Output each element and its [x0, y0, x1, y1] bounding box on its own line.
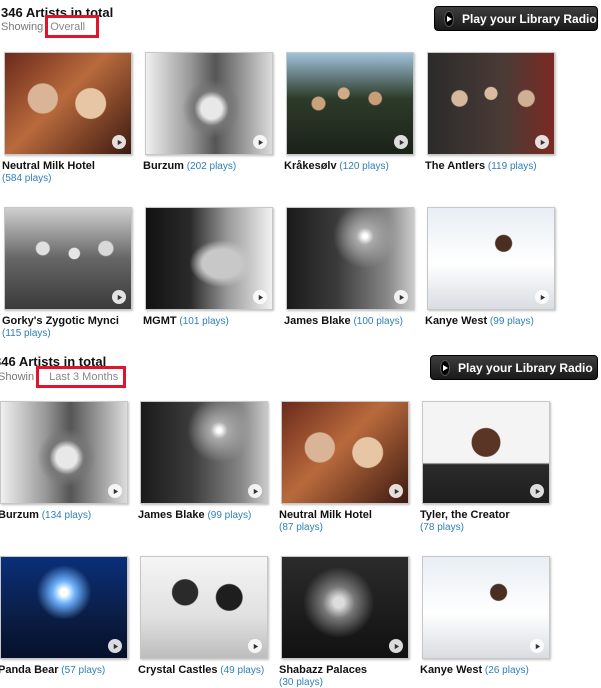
- library-radio-button[interactable]: Play your Library Radio: [430, 355, 598, 380]
- artist-thumbnail[interactable]: [145, 207, 273, 310]
- play-icon[interactable]: [530, 639, 544, 653]
- artist-name-link[interactable]: Neutral Milk Hotel: [2, 160, 95, 172]
- artist-label: The Antlers (119 plays): [425, 159, 537, 174]
- play-icon[interactable]: [248, 639, 262, 653]
- showing-label: Showing: [1, 21, 44, 33]
- play-icon[interactable]: [530, 484, 544, 498]
- artist-label: MGMT (101 plays): [143, 314, 229, 329]
- artist-name-link[interactable]: Burzum: [0, 509, 39, 521]
- library-radio-label: Play your Library Radio: [462, 11, 597, 26]
- artist-thumbnail[interactable]: [286, 207, 414, 310]
- artist-label: Burzum (202 plays): [143, 159, 236, 174]
- play-icon[interactable]: [112, 290, 126, 304]
- artist-thumbnail[interactable]: [145, 52, 273, 155]
- artist-thumbnail[interactable]: [427, 52, 555, 155]
- artist-name-link[interactable]: Gorky's Zygotic Mynci: [2, 315, 119, 327]
- artist-name-link[interactable]: Neutral Milk Hotel: [279, 509, 372, 521]
- artist-label: Crystal Castles (49 plays): [138, 663, 264, 678]
- artist-thumbnail[interactable]: [140, 401, 268, 504]
- artist-name-link[interactable]: Shabazz Palaces: [279, 664, 367, 676]
- artist-thumbnail[interactable]: [422, 556, 550, 659]
- artist-label: James Blake (99 plays): [138, 508, 251, 523]
- artist-label: Tyler, the Creator: [420, 508, 510, 522]
- artist-name-link[interactable]: Burzum: [143, 160, 184, 172]
- artist-thumbnail[interactable]: [281, 556, 409, 659]
- artist-name-link[interactable]: Kråkesølv: [284, 160, 337, 172]
- play-count[interactable]: (78 plays): [420, 522, 464, 533]
- play-icon[interactable]: [108, 484, 122, 498]
- artist-thumbnail[interactable]: [4, 52, 132, 155]
- artist-name-link[interactable]: Tyler, the Creator: [420, 509, 510, 521]
- play-icon[interactable]: [389, 484, 403, 498]
- library-radio-label: Play your Library Radio: [458, 360, 593, 375]
- play-icon[interactable]: [394, 135, 408, 149]
- artist-label: Kanye West (26 plays): [420, 663, 529, 678]
- period-highlight-box: [36, 366, 126, 388]
- artist-label: Panda Bear (57 plays): [0, 663, 105, 678]
- play-count[interactable]: (202 plays): [184, 161, 236, 172]
- artist-label: Neutral Milk Hotel: [2, 159, 95, 173]
- play-icon[interactable]: [108, 639, 122, 653]
- artist-name-link[interactable]: Kanye West: [425, 315, 487, 327]
- play-icon[interactable]: [535, 135, 549, 149]
- artist-thumbnail[interactable]: [427, 207, 555, 310]
- play-icon[interactable]: [389, 639, 403, 653]
- play-icon[interactable]: [253, 290, 267, 304]
- library-radio-button[interactable]: Play your Library Radio: [434, 6, 598, 31]
- artist-thumbnail[interactable]: [281, 401, 409, 504]
- play-icon[interactable]: [253, 135, 267, 149]
- artist-thumbnail[interactable]: [0, 401, 128, 504]
- play-count[interactable]: (100 plays): [351, 316, 402, 327]
- play-count[interactable]: (101 plays): [177, 316, 228, 327]
- play-count[interactable]: (584 plays): [2, 173, 51, 184]
- artist-thumbnail[interactable]: [140, 556, 268, 659]
- artist-thumbnail[interactable]: [4, 207, 132, 310]
- play-count[interactable]: (134 plays): [39, 510, 91, 521]
- artist-label: James Blake (100 plays): [284, 314, 403, 329]
- play-count[interactable]: (115 plays): [2, 328, 51, 339]
- play-count[interactable]: (120 plays): [337, 161, 388, 172]
- play-icon[interactable]: [248, 484, 262, 498]
- artist-label: Neutral Milk Hotel: [279, 508, 372, 522]
- play-count[interactable]: (57 plays): [59, 665, 105, 676]
- artist-name-link[interactable]: James Blake: [284, 315, 351, 327]
- artist-label: Gorky's Zygotic Mynci: [2, 314, 119, 328]
- play-count[interactable]: (49 plays): [218, 665, 264, 676]
- artist-label: Shabazz Palaces: [279, 663, 367, 677]
- showing-label: Showin: [0, 371, 35, 383]
- artist-label: Kråkesølv (120 plays): [284, 159, 389, 174]
- artist-name-link[interactable]: James Blake: [138, 509, 205, 521]
- play-icon: [440, 359, 450, 376]
- artist-thumbnail[interactable]: [286, 52, 414, 155]
- artist-name-link[interactable]: Kanye West: [420, 664, 482, 676]
- artist-thumbnail[interactable]: [422, 401, 550, 504]
- period-highlight-box: [45, 15, 99, 38]
- play-icon[interactable]: [394, 290, 408, 304]
- artist-thumbnail[interactable]: [0, 556, 128, 659]
- artist-name-link[interactable]: Crystal Castles: [138, 664, 218, 676]
- artist-name-link[interactable]: MGMT: [143, 315, 177, 327]
- play-count[interactable]: (26 plays): [482, 665, 529, 676]
- play-count[interactable]: (30 plays): [279, 677, 323, 688]
- play-icon[interactable]: [112, 135, 126, 149]
- play-icon: [444, 10, 454, 27]
- play-count[interactable]: (99 plays): [487, 316, 534, 327]
- play-icon[interactable]: [535, 290, 549, 304]
- play-count[interactable]: (119 plays): [485, 161, 537, 172]
- artist-name-link[interactable]: The Antlers: [425, 160, 485, 172]
- artist-name-link[interactable]: Panda Bear: [0, 664, 59, 676]
- play-count[interactable]: (87 plays): [279, 522, 323, 533]
- play-count[interactable]: (99 plays): [205, 510, 251, 521]
- artist-label: Burzum (134 plays): [0, 508, 91, 523]
- artist-label: Kanye West (99 plays): [425, 314, 534, 329]
